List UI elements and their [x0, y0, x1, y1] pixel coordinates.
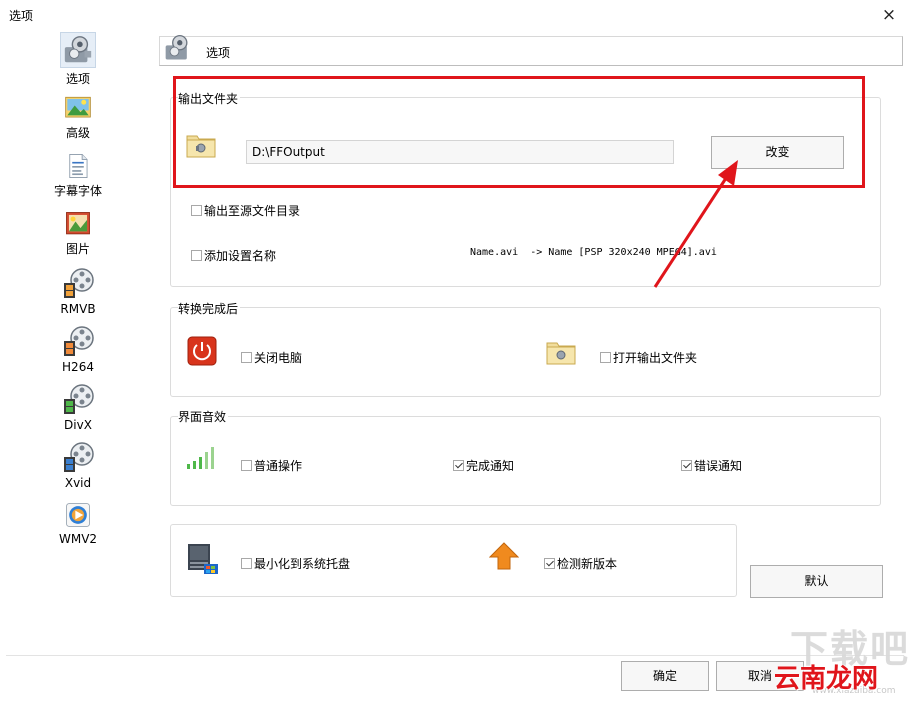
watermark-yunnan: 云南龙网: [774, 664, 879, 694]
landscape-picture-icon: [65, 96, 91, 118]
sidebar-item-wmv2[interactable]: WMV2: [28, 500, 128, 546]
update-arrow-icon: [489, 542, 519, 570]
checkbox-box[interactable]: [544, 558, 555, 569]
checkbox-box[interactable]: [453, 460, 464, 471]
error-notify-checkbox[interactable]: 错误通知: [681, 457, 742, 474]
film-reel-icon: [64, 442, 94, 472]
document-text-icon: [69, 154, 88, 178]
sidebar-item-options[interactable]: 选项: [28, 32, 128, 87]
checkbox-box[interactable]: [241, 460, 252, 471]
add-setting-name-checkbox[interactable]: 添加设置名称: [191, 247, 276, 264]
ok-button[interactable]: 确定: [621, 661, 709, 691]
title-bar: [0, 0, 908, 30]
checkbox-box[interactable]: [241, 558, 252, 569]
sidebar-item-xvid[interactable]: Xvid: [28, 440, 128, 490]
film-reel-icon: [64, 326, 94, 356]
default-button[interactable]: 默认: [750, 565, 883, 598]
window-title: 选项: [9, 9, 34, 23]
checkbox-box[interactable]: [600, 352, 611, 363]
footer-divider: [6, 655, 904, 656]
close-button[interactable]: ×: [872, 2, 906, 28]
after-convert-group-title: 转换完成后: [178, 300, 241, 317]
power-icon: [187, 336, 217, 366]
done-notify-checkbox[interactable]: 完成通知: [453, 457, 514, 474]
camera-film-icon: [64, 36, 92, 63]
checkbox-box[interactable]: [191, 250, 202, 261]
camera-film-icon: [165, 34, 188, 60]
system-tray-icon: [188, 544, 218, 574]
highlight-annotation-box: [173, 76, 865, 188]
folder-icon: [546, 342, 576, 365]
paint-picture-icon: [66, 212, 90, 235]
sidebar-item-subtitle-font[interactable]: 字幕字体: [28, 152, 128, 199]
page-title: 选项: [206, 46, 231, 60]
media-player-icon: [66, 503, 90, 527]
signal-bars-icon: [187, 447, 214, 469]
checkbox-box[interactable]: [191, 205, 202, 216]
checkbox-box[interactable]: [241, 352, 252, 363]
sidebar-item-rmvb[interactable]: RMVB: [28, 266, 128, 316]
shutdown-checkbox[interactable]: 关闭电脑: [241, 349, 302, 366]
name-example: Name.avi -> Name [PSP 320x240 MPEG4].avi: [470, 247, 717, 258]
sidebar-item-advanced[interactable]: 高级: [28, 94, 128, 141]
film-reel-icon: [64, 384, 94, 414]
header-strip: [159, 36, 903, 66]
sidebar-nav: 选项 高级 字幕字体 图片 RMVB H264 DivX Xvid WMV2: [28, 32, 128, 562]
sidebar-item-picture[interactable]: 图片: [28, 210, 128, 257]
check-update-checkbox[interactable]: 检测新版本: [544, 555, 617, 572]
minimize-to-tray-checkbox[interactable]: 最小化到系统托盘: [241, 555, 350, 572]
sidebar-item-h264[interactable]: H264: [28, 324, 128, 374]
sound-group-title: 界面音效: [178, 408, 229, 425]
film-reel-icon: [64, 268, 94, 298]
open-output-folder-checkbox[interactable]: 打开输出文件夹: [600, 349, 697, 366]
checkbox-box[interactable]: [681, 460, 692, 471]
output-to-source-dir-checkbox[interactable]: 输出至源文件目录: [191, 202, 300, 219]
normal-operation-checkbox[interactable]: 普通操作: [241, 457, 302, 474]
sidebar-item-divx[interactable]: DivX: [28, 382, 128, 432]
